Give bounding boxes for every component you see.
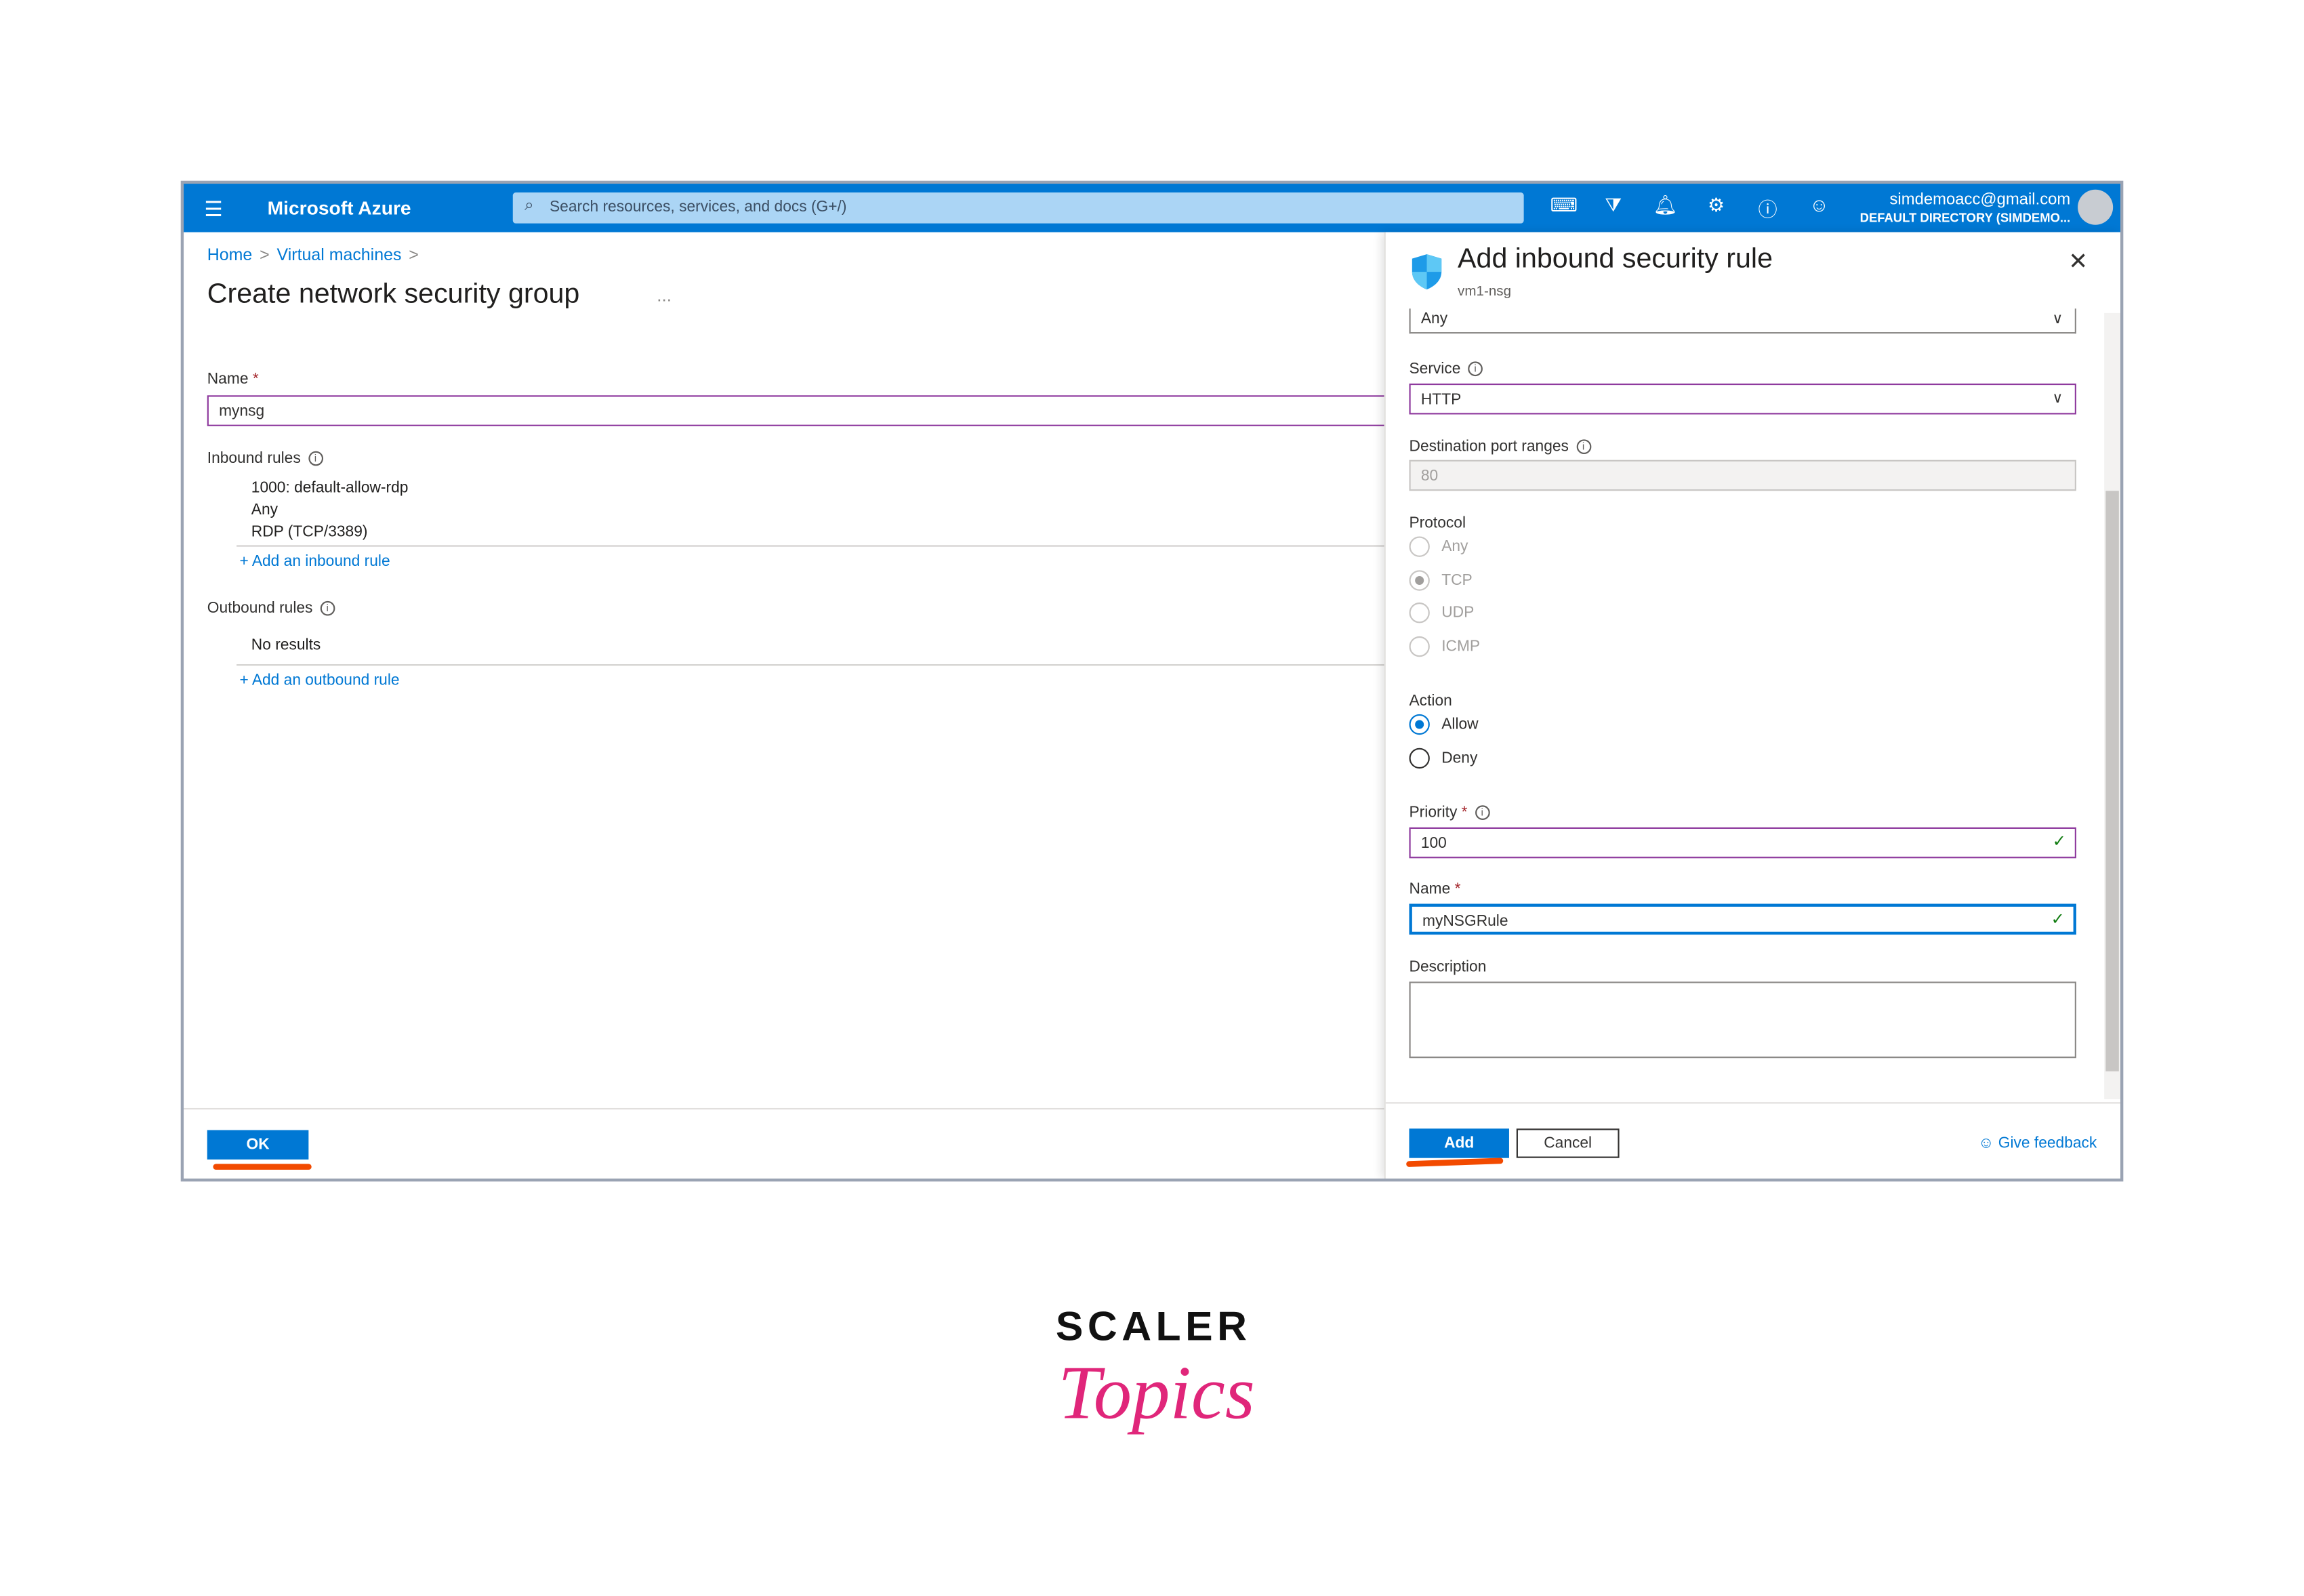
description-label: Description	[1409, 958, 1487, 976]
top-bar: ☰ Microsoft Azure ⌕ Search resources, ser…	[184, 184, 2121, 232]
priority-label: Priority * i	[1409, 804, 1490, 821]
info-icon: i	[308, 451, 323, 466]
account-menu[interactable]: simdemoacc@gmail.com DEFAULT DIRECTORY (S…	[1860, 191, 2071, 226]
source-select[interactable]: Any ∨	[1409, 308, 2076, 334]
highlight-underline	[213, 1164, 312, 1170]
directory-filter-icon[interactable]: ⧩	[1602, 194, 1626, 220]
menu-icon[interactable]: ☰	[204, 197, 222, 222]
add-button[interactable]: Add	[1409, 1128, 1509, 1158]
check-icon: ✓	[2052, 833, 2066, 851]
cloud-shell-icon[interactable]: ⌨	[1550, 194, 1578, 220]
highlight-underline	[1406, 1158, 1504, 1168]
outbound-empty: No results	[251, 636, 321, 654]
rule-name-label: Name *	[1409, 880, 1461, 898]
add-inbound-rule-link[interactable]: + Add an inbound rule	[239, 552, 390, 570]
feedback-icon: ☺	[1978, 1134, 1998, 1153]
protocol-udp-radio: UDP	[1409, 602, 1474, 623]
add-outbound-rule-link[interactable]: + Add an outbound rule	[239, 672, 399, 689]
info-icon: i	[1576, 439, 1591, 455]
port-ranges-label: Destination port ranges i	[1409, 438, 1591, 455]
chevron-down-icon: ∨	[2052, 311, 2063, 328]
name-label: Name *	[207, 370, 259, 388]
panel-subtitle: vm1-nsg	[1458, 283, 1512, 300]
panel-title: Add inbound security rule	[1458, 243, 1773, 275]
service-select[interactable]: HTTP ∨	[1409, 383, 2076, 415]
action-allow-radio[interactable]: Allow	[1409, 714, 1479, 735]
breadcrumb-home[interactable]: Home	[207, 247, 253, 264]
more-icon[interactable]: ...	[657, 285, 672, 306]
help-icon[interactable]: ⓘ	[1756, 194, 1780, 221]
azure-portal-window: ☰ Microsoft Azure ⌕ Search resources, ser…	[180, 180, 2124, 1182]
scaler-topics-logo: SCALER Topics	[1050, 1301, 1256, 1469]
svg-text:SCALER: SCALER	[1056, 1303, 1252, 1349]
outbound-rules-label: Outbound rules i	[207, 600, 335, 617]
info-icon: i	[320, 601, 335, 617]
close-icon[interactable]: ✕	[2068, 247, 2088, 276]
info-icon: i	[1468, 361, 1483, 377]
action-label: Action	[1409, 692, 1452, 710]
brand[interactable]: Microsoft Azure	[268, 197, 411, 220]
footer: OK	[184, 1107, 1384, 1179]
action-deny-radio[interactable]: Deny	[1409, 748, 1477, 769]
svg-text:Topics: Topics	[1058, 1351, 1254, 1435]
protocol-icmp-radio: ICMP	[1409, 636, 1480, 657]
create-nsg-blade: Home > Virtual machines > Create network se…	[184, 232, 1412, 1179]
description-field[interactable]	[1409, 981, 2076, 1059]
chevron-down-icon: ∨	[2052, 390, 2063, 407]
avatar[interactable]	[2078, 189, 2114, 225]
feedback-icon[interactable]: ☺	[1807, 194, 1831, 220]
page-title: Create network security group	[207, 279, 580, 310]
ok-button[interactable]: OK	[207, 1130, 309, 1160]
shield-icon	[1412, 254, 1442, 290]
protocol-any-radio: Any	[1409, 536, 1468, 557]
inbound-rule-item: 1000: default-allow-rdp Any RDP (TCP/3389)	[251, 478, 409, 541]
priority-field[interactable]: 100 ✓	[1409, 827, 2076, 859]
search-icon: ⌕	[524, 197, 534, 215]
account-email: simdemoacc@gmail.com	[1889, 190, 2071, 209]
scrollbar[interactable]	[2104, 312, 2121, 1099]
gear-icon[interactable]: ⚙	[1704, 194, 1728, 220]
check-icon: ✓	[2051, 911, 2065, 929]
breadcrumb: Home > Virtual machines >	[207, 247, 419, 265]
protocol-label: Protocol	[1409, 514, 1466, 532]
search-input[interactable]: ⌕ Search resources, services, and docs (G…	[512, 192, 1524, 224]
add-inbound-rule-panel: Add inbound security rule vm1-nsg ✕ Any ∨…	[1384, 232, 2121, 1179]
info-icon: i	[1475, 805, 1490, 821]
protocol-tcp-radio: TCP	[1409, 570, 1473, 591]
inbound-rules-label: Inbound rules i	[207, 450, 323, 468]
search-placeholder: Search resources, services, and docs (G+…	[549, 198, 847, 216]
breadcrumb-virtual-machines[interactable]: Virtual machines	[277, 247, 402, 264]
rule-name-field[interactable]: myNSGRule ✓	[1409, 903, 2076, 935]
port-ranges-field: 80	[1409, 459, 2076, 491]
service-label: Service i	[1409, 360, 1483, 377]
give-feedback-link[interactable]: ☺ Give feedback	[1978, 1134, 2097, 1152]
name-field[interactable]: mynsg	[207, 395, 1412, 426]
scrollbar-thumb[interactable]	[2105, 491, 2119, 1071]
bell-icon[interactable]: 🔔︎	[1653, 194, 1677, 220]
account-directory: DEFAULT DIRECTORY (SIMDEMO...	[1859, 210, 2071, 225]
cancel-button[interactable]: Cancel	[1516, 1128, 1620, 1158]
